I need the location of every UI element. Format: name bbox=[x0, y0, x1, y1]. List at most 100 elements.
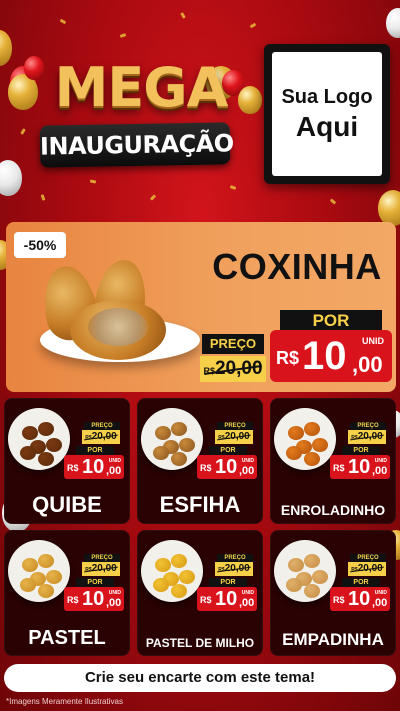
product-name: ENROLADINHO bbox=[280, 502, 386, 518]
preco-label: PREÇO bbox=[217, 422, 253, 430]
balloon-decoration bbox=[238, 86, 262, 114]
food-piece bbox=[304, 422, 320, 436]
hero-product-name: COXINHA bbox=[212, 246, 382, 287]
confetti bbox=[180, 12, 186, 19]
logo-inner: Sua Logo Aqui bbox=[272, 52, 382, 176]
new-price-cents: ,00 bbox=[372, 465, 388, 477]
preco-label: PREÇO bbox=[217, 554, 253, 562]
new-price-cents: ,00 bbox=[239, 465, 255, 477]
unit-label: UNID bbox=[108, 458, 121, 464]
food-piece bbox=[46, 570, 62, 584]
food-piece bbox=[304, 584, 320, 598]
por-label: POR bbox=[209, 578, 247, 587]
food-piece bbox=[304, 554, 320, 568]
new-price-value: 10 bbox=[302, 334, 347, 378]
confetti bbox=[249, 22, 257, 29]
new-price-cents: ,00 bbox=[106, 597, 122, 609]
cta-banner[interactable]: Crie seu encarte com este tema! bbox=[4, 664, 396, 692]
food-piece bbox=[171, 452, 187, 466]
confetti bbox=[149, 194, 157, 201]
product-name: QUIBE bbox=[32, 492, 102, 517]
new-price-value: 10 bbox=[215, 588, 238, 610]
unit-label: UNID bbox=[241, 590, 254, 596]
new-price: R$ 10,00 UNID bbox=[64, 455, 124, 479]
product-image bbox=[274, 540, 336, 602]
old-price: R$20,00 bbox=[215, 430, 253, 444]
new-price: R$ 10,00 UNID bbox=[197, 455, 257, 479]
unit-label: UNID bbox=[108, 590, 121, 596]
product-card: PREÇOR$20,00PORR$10,00UNIDENROLADINHO bbox=[270, 398, 396, 524]
product-image bbox=[8, 540, 70, 602]
product-image bbox=[141, 540, 203, 602]
preco-label: PREÇO bbox=[202, 334, 264, 354]
food-piece bbox=[171, 422, 187, 436]
por-label: POR bbox=[342, 578, 380, 587]
por-label: POR bbox=[76, 446, 114, 455]
new-price-cents: ,00 bbox=[106, 465, 122, 477]
new-price-cents: ,00 bbox=[239, 597, 255, 609]
new-price-value: 10 bbox=[82, 456, 105, 478]
food-piece bbox=[171, 554, 187, 568]
coxinha-filling-image bbox=[88, 308, 148, 346]
food-piece bbox=[312, 570, 328, 584]
food-piece bbox=[286, 578, 302, 592]
food-piece bbox=[20, 446, 36, 460]
food-piece bbox=[171, 584, 187, 598]
confetti bbox=[329, 198, 337, 205]
new-price: R$ 10,00 UNID bbox=[64, 587, 124, 611]
old-price: R$20,00 bbox=[348, 430, 386, 444]
food-piece bbox=[155, 426, 171, 440]
new-price-currency: R$ bbox=[333, 595, 345, 605]
discount-badge: -50% bbox=[14, 232, 66, 258]
product-card: PREÇOR$20,00PORR$10,00UNIDEMPADINHA bbox=[270, 530, 396, 656]
food-piece bbox=[22, 426, 38, 440]
balloon-decoration bbox=[0, 160, 22, 196]
por-label: POR bbox=[76, 578, 114, 587]
new-price: R$ 10,00 UNID bbox=[197, 587, 257, 611]
product-image bbox=[8, 408, 70, 470]
food-piece bbox=[153, 578, 169, 592]
balloon-decoration bbox=[386, 8, 400, 38]
food-piece bbox=[38, 554, 54, 568]
food-piece bbox=[38, 422, 54, 436]
food-piece bbox=[46, 438, 62, 452]
food-piece bbox=[179, 570, 195, 584]
new-price-currency: R$ bbox=[200, 595, 212, 605]
confetti bbox=[59, 18, 67, 25]
old-price: R$20,00 bbox=[82, 562, 120, 576]
food-piece bbox=[286, 446, 302, 460]
old-price: R$20,00 bbox=[82, 430, 120, 444]
product-card: PREÇOR$20,00PORR$10,00UNIDESFIHA bbox=[137, 398, 263, 524]
balloon-decoration bbox=[378, 190, 400, 226]
food-piece bbox=[179, 438, 195, 452]
food-piece bbox=[304, 452, 320, 466]
preco-label: PREÇO bbox=[350, 554, 386, 562]
unit-label: UNID bbox=[241, 458, 254, 464]
confetti bbox=[20, 128, 26, 135]
new-price-currency: R$ bbox=[276, 348, 300, 368]
unit-label: UNID bbox=[362, 336, 384, 346]
food-piece bbox=[153, 446, 169, 460]
por-label: POR bbox=[209, 446, 247, 455]
product-name: EMPADINHA bbox=[282, 630, 384, 649]
new-price-value: 10 bbox=[215, 456, 238, 478]
food-piece bbox=[22, 558, 38, 572]
food-piece bbox=[312, 438, 328, 452]
confetti bbox=[229, 185, 237, 190]
por-label: POR bbox=[280, 310, 382, 332]
new-price: R$ 10 ,00 UNID bbox=[270, 330, 392, 382]
product-image bbox=[141, 408, 203, 470]
unit-label: UNID bbox=[374, 458, 387, 464]
product-image bbox=[274, 408, 336, 470]
food-piece bbox=[288, 426, 304, 440]
new-price-currency: R$ bbox=[200, 463, 212, 473]
confetti bbox=[89, 179, 97, 184]
product-name: PASTEL bbox=[28, 627, 106, 649]
new-price-currency: R$ bbox=[333, 463, 345, 473]
logo-text-line2: Aqui bbox=[295, 110, 359, 142]
logo-text-line1: Sua Logo bbox=[281, 85, 373, 108]
new-price-value: 10 bbox=[348, 456, 371, 478]
inauguracao-ribbon: INAUGURAÇÃO bbox=[39, 122, 234, 168]
preco-label: PREÇO bbox=[84, 422, 120, 430]
preco-label: PREÇO bbox=[84, 554, 120, 562]
